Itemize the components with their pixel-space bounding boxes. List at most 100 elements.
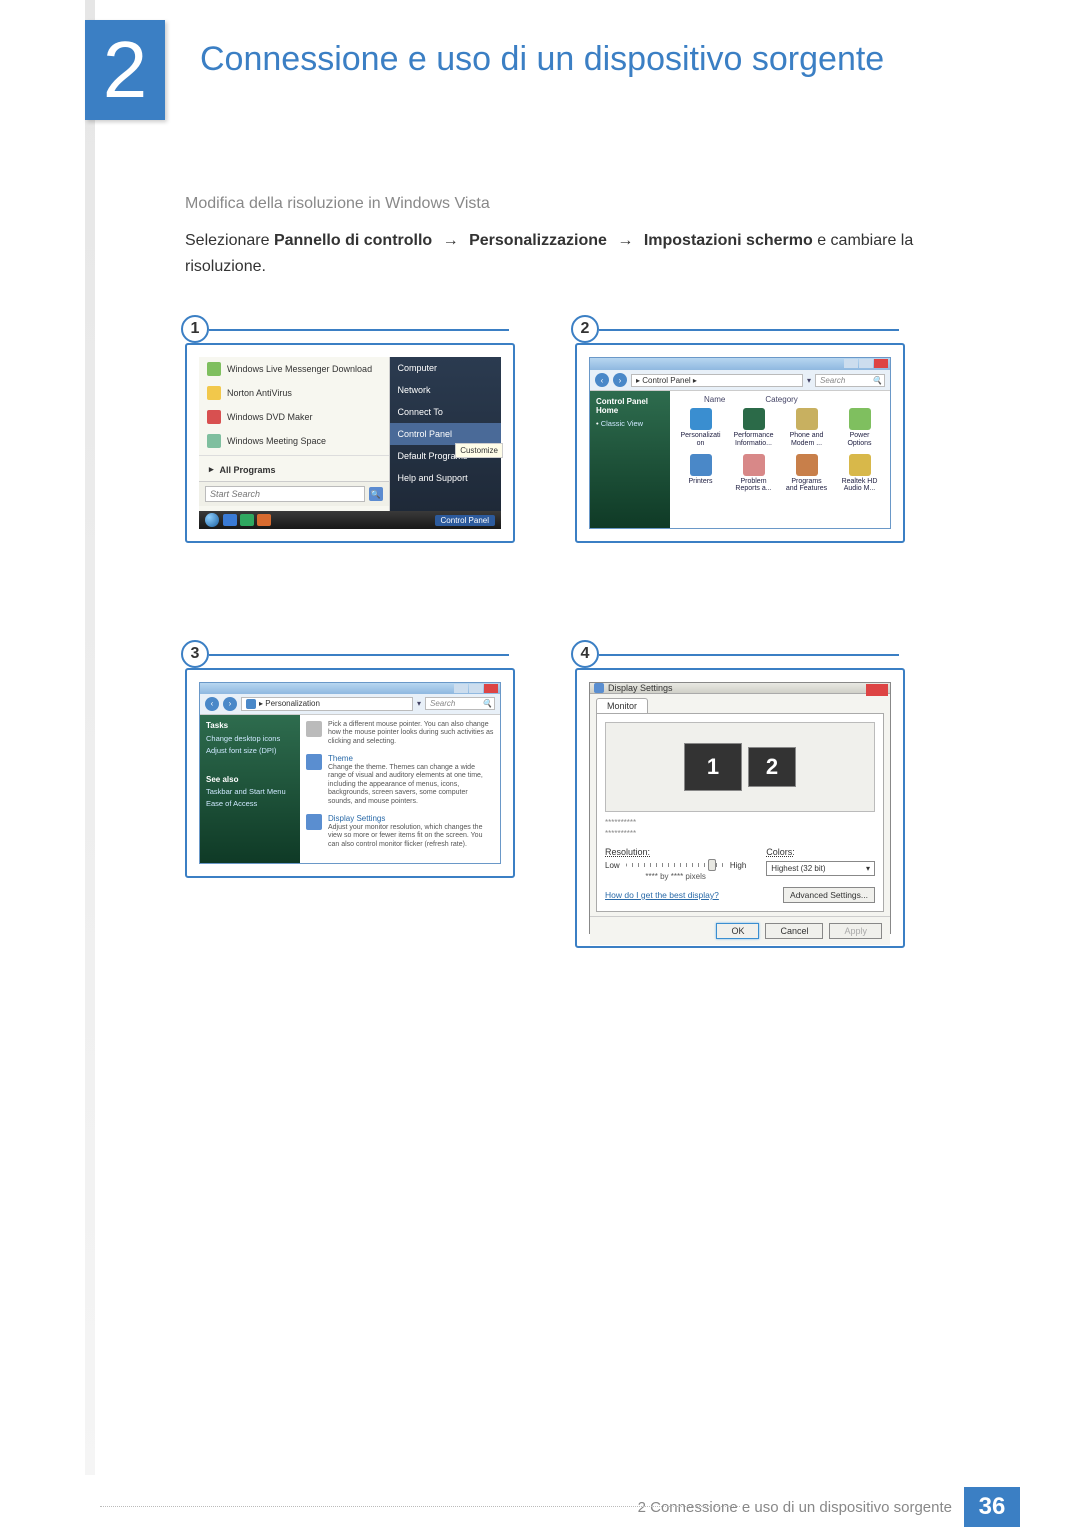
item-desc: Pick a different mouse pointer. You can … — [328, 721, 494, 746]
search-box[interactable]: Search🔍 — [815, 374, 885, 387]
address-bar: ‹ › ▸ Control Panel ▸ ▾ Search🔍 — [590, 370, 890, 391]
taskbar-icon[interactable] — [240, 514, 254, 526]
address-field[interactable]: ▸ Personalization — [241, 697, 413, 711]
item-desc: Change the theme. Themes can change a wi… — [328, 764, 494, 806]
maximize-icon[interactable] — [469, 684, 483, 693]
slider-thumb[interactable] — [708, 859, 716, 871]
start-menu-right-item[interactable]: Computer — [390, 357, 501, 379]
tab-row: Monitor — [590, 694, 890, 713]
tab-monitor[interactable]: Monitor — [596, 698, 648, 713]
sidebar-task-link[interactable]: Change desktop icons — [206, 734, 294, 743]
start-menu-app[interactable]: Windows Live Messenger Download — [199, 357, 389, 381]
start-menu-right-item[interactable]: Control Panel — [390, 423, 501, 445]
minimize-icon[interactable] — [844, 359, 858, 368]
side-accent-bar — [85, 0, 95, 1475]
dialog-titlebar: Display Settings — [590, 683, 890, 694]
start-menu-right-item[interactable]: Network — [390, 379, 501, 401]
sidebar-home[interactable]: Control Panel Home — [596, 397, 664, 415]
ok-button[interactable]: OK — [716, 923, 759, 939]
colors-select[interactable]: Highest (32 bit) ▾ — [766, 861, 875, 876]
help-link[interactable]: How do I get the best display? — [605, 890, 719, 900]
app-label: Windows Live Messenger Download — [227, 364, 372, 374]
seealso-link[interactable]: Taskbar and Start Menu — [206, 787, 294, 796]
cp-label: ProblemReports a... — [735, 478, 771, 493]
step-line — [599, 654, 899, 656]
item-icon — [306, 754, 322, 770]
window-titlebar — [200, 683, 500, 694]
dialog-panel: 1 2 ********** ********** Resolution: Lo — [596, 713, 884, 912]
col-category: Category — [765, 395, 797, 404]
control-panel-screenshot: ‹ › ▸ Control Panel ▸ ▾ Search🔍 Control … — [575, 343, 905, 543]
control-panel-item[interactable]: Phone andModem ... — [782, 408, 831, 447]
page-footer: 2 Connessione e uso di un dispositivo so… — [0, 1487, 1080, 1527]
start-menu-left: Windows Live Messenger Download Norton An… — [199, 357, 390, 529]
monitor-2[interactable]: 2 — [748, 747, 796, 787]
personalization-item[interactable]: Pick a different mouse pointer. You can … — [306, 721, 494, 746]
tooltip: Customize — [455, 443, 503, 458]
display-settings-screenshot: Display Settings Monitor 1 2 ********** — [575, 668, 905, 948]
item-desc: Adjust your monitor resolution, which ch… — [328, 824, 494, 849]
resolution-label: Resolution: — [605, 847, 746, 857]
footer-text: 2 Connessione e uso di un dispositivo so… — [638, 1499, 952, 1516]
control-panel-item[interactable]: Personalization — [676, 408, 725, 447]
nav-fwd-icon[interactable]: › — [223, 697, 237, 711]
apply-button[interactable]: Apply — [829, 923, 882, 939]
nav-fwd-icon[interactable]: › — [613, 373, 627, 387]
step-badge-2: 2 — [571, 315, 599, 343]
all-programs[interactable]: All Programs — [199, 458, 389, 481]
resolution-slider[interactable]: Low High — [605, 861, 746, 870]
start-menu-right-item[interactable]: Connect To — [390, 401, 501, 423]
monitor-1[interactable]: 1 — [684, 743, 742, 791]
advanced-settings-button[interactable]: Advanced Settings... — [783, 887, 875, 903]
control-panel-item[interactable]: PerformanceInformatio... — [729, 408, 778, 447]
control-panel-main: Name Category PersonalizationPerformance… — [670, 391, 890, 528]
app-icon — [207, 434, 221, 448]
arrow-icon: → — [443, 232, 459, 249]
chevron-down-icon: ▾ — [866, 864, 870, 873]
sidebar-classic-view[interactable]: Classic View — [601, 419, 643, 428]
cp-icon — [690, 454, 712, 476]
minimize-icon[interactable] — [454, 684, 468, 693]
start-orb-icon[interactable] — [205, 513, 219, 527]
personalization-item[interactable]: Display SettingsAdjust your monitor reso… — [306, 814, 494, 849]
sidebar-task-link[interactable]: Adjust font size (DPI) — [206, 746, 294, 755]
start-menu-app[interactable]: Windows DVD Maker — [199, 405, 389, 429]
colors-group: Colors: Highest (32 bit) ▾ — [766, 847, 875, 881]
personalization-screenshot: ‹ › ▸ Personalization ▾ Search🔍 Tasks Ch… — [185, 668, 515, 878]
control-panel-item[interactable]: Printers — [676, 454, 725, 493]
nav-back-icon[interactable]: ‹ — [595, 373, 609, 387]
address-field[interactable]: ▸ Control Panel ▸ — [631, 374, 803, 387]
control-panel-item[interactable]: PowerOptions — [835, 408, 884, 447]
close-icon[interactable] — [484, 684, 498, 693]
control-panel-item[interactable]: Programsand Features — [782, 454, 831, 493]
path-personalization: Personalizzazione — [469, 232, 607, 249]
cp-icon — [849, 454, 871, 476]
cp-icon — [849, 408, 871, 430]
start-search-input[interactable] — [205, 486, 365, 502]
step-line — [599, 329, 899, 331]
search-icon[interactable]: 🔍 — [369, 487, 383, 501]
taskbar-icon[interactable] — [223, 514, 237, 526]
nav-back-icon[interactable]: ‹ — [205, 697, 219, 711]
seealso-link[interactable]: Ease of Access — [206, 799, 294, 808]
step-badge-1: 1 — [181, 315, 209, 343]
taskbar-item[interactable]: Control Panel — [435, 515, 495, 526]
control-panel-sidebar: Control Panel Home • Classic View — [590, 391, 670, 528]
start-menu-right-item[interactable]: Help and Support — [390, 467, 501, 489]
app-icon — [207, 410, 221, 424]
cancel-button[interactable]: Cancel — [765, 923, 823, 939]
control-panel-item[interactable]: ProblemReports a... — [729, 454, 778, 493]
control-panel-item[interactable]: Realtek HDAudio M... — [835, 454, 884, 493]
close-icon[interactable] — [874, 359, 888, 368]
start-menu-app[interactable]: Windows Meeting Space — [199, 429, 389, 453]
taskbar-icon[interactable] — [257, 514, 271, 526]
cp-label: Programsand Features — [786, 478, 827, 493]
start-menu-screenshot: Windows Live Messenger Download Norton An… — [185, 343, 515, 543]
cp-icon — [796, 454, 818, 476]
maximize-icon[interactable] — [859, 359, 873, 368]
search-box[interactable]: Search🔍 — [425, 697, 495, 710]
close-icon[interactable] — [866, 684, 888, 696]
start-menu-app[interactable]: Norton AntiVirus — [199, 381, 389, 405]
text-pre: Selezionare — [185, 232, 274, 249]
personalization-item[interactable]: ThemeChange the theme. Themes can change… — [306, 754, 494, 806]
